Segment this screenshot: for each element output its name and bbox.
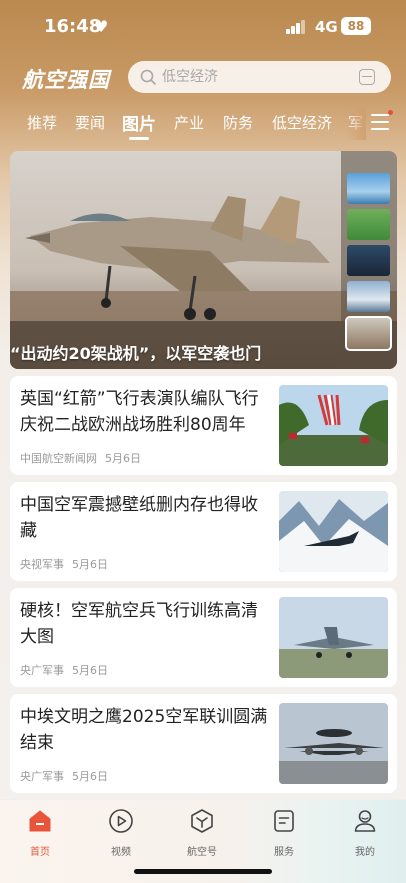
news-meta: 央广军事 5月6日 — [20, 662, 116, 678]
category-tabs: 推荐 要闻 图片 产业 防务 低空经济 军 — [0, 108, 406, 140]
tab-pictures[interactable]: 图片 — [122, 110, 156, 135]
nav-services[interactable]: 服务 — [254, 808, 314, 858]
news-card[interactable]: 中埃文明之鹰2025空军联训圆满结束 央广军事 5月6日 — [10, 694, 397, 793]
news-meta: 中国航空新闻网 5月6日 — [20, 450, 149, 466]
battery-icon: 88 — [341, 17, 371, 35]
nav-video[interactable]: 视频 — [91, 808, 151, 858]
tab-defense[interactable]: 防务 — [223, 112, 253, 133]
tab-fade — [346, 108, 366, 140]
app-logo[interactable]: 航空强国 — [22, 64, 114, 94]
nav-label-aviation-account: 航空号 — [187, 847, 217, 858]
tab-recommend[interactable]: 推荐 — [27, 112, 57, 133]
tab-industry[interactable]: 产业 — [174, 112, 204, 133]
news-date: 5月6日 — [72, 558, 108, 571]
scan-icon[interactable] — [359, 69, 375, 85]
user-icon — [354, 810, 376, 832]
thumbnail-1[interactable] — [347, 173, 390, 204]
news-source: 央视军事 — [20, 558, 64, 571]
home-icon — [29, 810, 51, 832]
news-date: 5月6日 — [72, 664, 108, 677]
news-card[interactable]: 中国空军震撼壁纸删内存也得收藏 央视军事 5月6日 — [10, 482, 397, 581]
tab-low-altitude-economy[interactable]: 低空经济 — [272, 112, 332, 133]
status-time: 16:48 — [44, 16, 102, 37]
thumbnail-2[interactable] — [347, 209, 390, 240]
nav-label-video: 视频 — [111, 847, 131, 858]
nav-aviation-account[interactable]: 航空号 — [172, 808, 232, 858]
nav-label-home: 首页 — [30, 847, 50, 858]
news-title: 中国空军震撼壁纸删内存也得收藏 — [20, 495, 258, 541]
thumbnail-strip — [341, 151, 397, 369]
news-card[interactable]: 英国“红箭”飞行表演队编队飞行庆祝二战欧洲战场胜利80周年 中国航空新闻网 5月6… — [10, 376, 397, 475]
heart-icon: ♥ — [94, 17, 109, 36]
news-title: 英国“红箭”飞行表演队编队飞行庆祝二战欧洲战场胜利80周年 — [20, 389, 259, 435]
news-source: 央广军事 — [20, 664, 64, 677]
search-input[interactable] — [162, 61, 342, 93]
news-card[interactable]: 硬核！空军航空兵飞行训练高清大图 央广军事 5月6日 — [10, 588, 397, 687]
thumbnail-4[interactable] — [347, 281, 390, 312]
document-icon — [274, 810, 294, 832]
news-title: 中埃文明之鹰2025空军联训圆满结束 — [20, 707, 268, 753]
signal-icon — [286, 20, 308, 34]
news-meta: 央广军事 5月6日 — [20, 768, 116, 784]
nav-profile[interactable]: 我的 — [335, 808, 395, 858]
hero-image[interactable] — [10, 151, 397, 369]
active-tab-indicator — [129, 137, 149, 140]
nav-label-services: 服务 — [274, 847, 294, 858]
news-date: 5月6日 — [105, 452, 141, 465]
news-thumbnail — [279, 491, 388, 572]
nav-label-profile: 我的 — [355, 847, 375, 858]
play-icon — [109, 809, 133, 833]
search-icon — [140, 69, 156, 85]
news-meta: 央视军事 5月6日 — [20, 556, 116, 572]
news-source: 央广军事 — [20, 770, 64, 783]
news-thumbnail — [279, 703, 388, 784]
news-title: 硬核！空军航空兵飞行训练高清大图 — [20, 601, 258, 647]
news-thumbnail — [279, 385, 388, 466]
status-bar: 16:48 ♥ 4G 88 — [0, 0, 406, 54]
notification-dot — [388, 110, 393, 115]
hero-caption[interactable]: “出动约20架战机”，以军空袭也门 — [10, 340, 261, 364]
menu-icon[interactable] — [371, 114, 389, 130]
network-type: 4G — [315, 18, 338, 36]
thumbnail-3[interactable] — [347, 245, 390, 276]
hexagon-icon — [191, 809, 213, 833]
nav-home[interactable]: 首页 — [10, 808, 70, 858]
news-thumbnail — [279, 597, 388, 678]
search-bar[interactable] — [128, 61, 391, 93]
news-date: 5月6日 — [72, 770, 108, 783]
thumbnail-5[interactable] — [345, 316, 392, 351]
tab-news[interactable]: 要闻 — [75, 112, 105, 133]
home-indicator — [134, 869, 272, 874]
fighter-jet-photo — [10, 151, 397, 369]
news-source: 中国航空新闻网 — [20, 452, 97, 465]
